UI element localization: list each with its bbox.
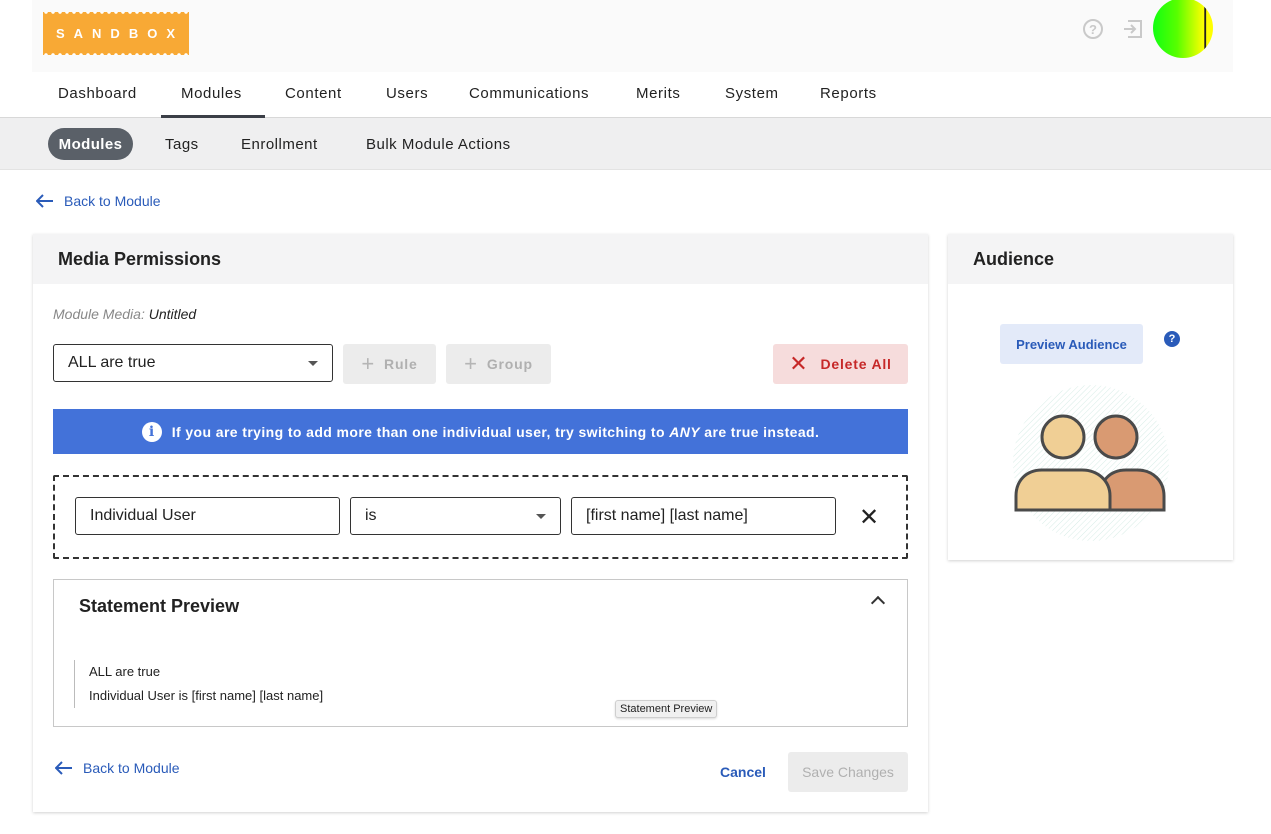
chevron-down-icon xyxy=(536,514,546,519)
plus-icon: + xyxy=(361,351,376,376)
top-bar xyxy=(32,0,1233,72)
module-media-label: Module Media: xyxy=(53,306,145,322)
save-changes-button[interactable]: Save Changes xyxy=(788,752,908,792)
logo-text: SANDBOX xyxy=(55,26,184,41)
add-rule-button[interactable]: + Rule xyxy=(343,344,436,384)
info-icon: i xyxy=(141,421,162,442)
add-group-button[interactable]: + Group xyxy=(446,344,551,384)
nav-merits[interactable]: Merits xyxy=(636,85,680,102)
statement-line: Individual User is [first name] [last na… xyxy=(89,688,324,703)
subnav-enrollment[interactable]: Enrollment xyxy=(241,136,318,153)
rule-value-text: [first name] [last name] xyxy=(586,507,748,524)
audience-title: Audience xyxy=(973,249,1055,269)
nav-modules[interactable]: Modules xyxy=(181,85,242,102)
back-link-label: Back to Module xyxy=(83,760,180,776)
arrow-left-icon xyxy=(36,194,53,208)
banner-prefix: If you are trying to add more than one i… xyxy=(171,423,665,440)
module-media-value: Untitled xyxy=(148,306,197,322)
remove-rule-icon[interactable]: ✕ xyxy=(859,506,879,530)
help-circle-icon[interactable]: ? xyxy=(1083,19,1103,39)
nav-dashboard[interactable]: Dashboard xyxy=(58,85,137,102)
card-title: Media Permissions xyxy=(58,249,222,269)
arrow-left-icon xyxy=(55,761,72,775)
banner-emphasis: ANY xyxy=(669,423,700,440)
help-glyph: ? xyxy=(1089,21,1097,37)
statement-line: ALL are true xyxy=(89,664,161,679)
rule-value-input[interactable]: [first name] [last name] xyxy=(571,497,836,535)
help-icon[interactable]: ? xyxy=(1164,331,1180,347)
logout-icon[interactable] xyxy=(1122,19,1144,39)
audience-card: Audience Preview Audience ? xyxy=(948,234,1233,560)
rule-group: Individual User is [first name] [last na… xyxy=(53,475,908,559)
preview-audience-button[interactable]: Preview Audience xyxy=(1000,324,1143,364)
match-type-value: ALL are true xyxy=(68,354,156,371)
card-header: Media Permissions xyxy=(33,234,928,284)
chevron-up-icon[interactable] xyxy=(870,595,886,611)
match-type-select[interactable]: ALL are true xyxy=(53,344,333,382)
rule-field-value: Individual User xyxy=(90,507,196,524)
module-media-line: Module Media: Untitled xyxy=(53,306,196,322)
sub-nav: Modules Tags Enrollment Bulk Module Acti… xyxy=(0,118,1271,170)
rule-operator-value: is xyxy=(365,507,377,524)
main-nav: Dashboard Modules Content Users Communic… xyxy=(0,72,1271,118)
statement-text: ALL are true Individual User is [first n… xyxy=(74,660,323,708)
subnav-bulk-module-actions[interactable]: Bulk Module Actions xyxy=(366,136,511,153)
delete-all-label: Delete All xyxy=(820,356,892,372)
sandbox-logo[interactable]: SANDBOX xyxy=(43,12,189,55)
nav-system[interactable]: System xyxy=(725,85,779,102)
back-link-label: Back to Module xyxy=(64,193,161,209)
avatar[interactable] xyxy=(1153,0,1213,58)
nav-reports[interactable]: Reports xyxy=(820,85,877,102)
add-rule-label: Rule xyxy=(384,356,418,372)
subnav-modules[interactable]: Modules xyxy=(48,128,133,160)
delete-all-button[interactable]: ✕ Delete All xyxy=(773,344,908,384)
chevron-down-icon xyxy=(308,361,318,366)
nav-users[interactable]: Users xyxy=(386,85,428,102)
subnav-tags[interactable]: Tags xyxy=(165,136,199,153)
tooltip: Statement Preview xyxy=(615,700,718,718)
statement-preview-panel: Statement Preview ALL are true Individua… xyxy=(53,579,908,727)
audience-header: Audience xyxy=(948,234,1233,284)
cancel-button[interactable]: Cancel xyxy=(720,764,766,780)
audience-people-icon xyxy=(1012,384,1170,547)
plus-icon: + xyxy=(464,351,478,376)
media-permissions-card: Media Permissions Module Media: Untitled… xyxy=(33,234,928,812)
rule-field-select[interactable]: Individual User xyxy=(75,497,340,535)
add-group-label: Group xyxy=(486,356,533,372)
banner-suffix: are true instead. xyxy=(704,423,820,440)
back-to-module-link-top[interactable]: Back to Module xyxy=(36,193,161,209)
nav-content[interactable]: Content xyxy=(285,85,342,102)
info-banner: i If you are trying to add more than one… xyxy=(53,409,908,454)
statement-preview-title[interactable]: Statement Preview xyxy=(79,596,239,617)
back-to-module-link-bottom[interactable]: Back to Module xyxy=(55,760,180,776)
close-icon: ✕ xyxy=(789,351,809,376)
banner-text: If you are trying to add more than one i… xyxy=(172,424,820,440)
nav-communications[interactable]: Communications xyxy=(469,85,589,102)
rule-operator-select[interactable]: is xyxy=(350,497,561,535)
